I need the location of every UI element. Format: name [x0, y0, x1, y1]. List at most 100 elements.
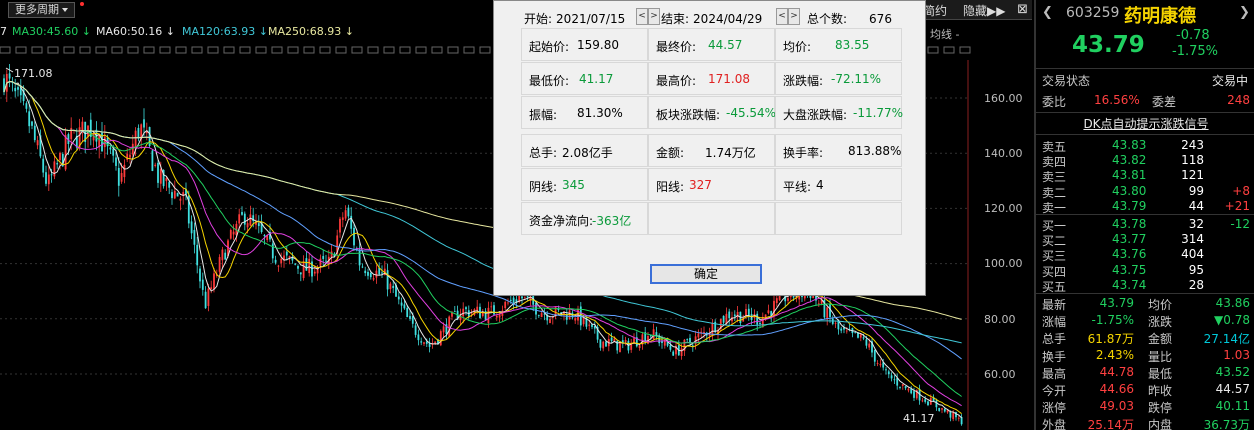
quote-stat-label: 跌停	[1148, 401, 1173, 416]
stat-cell: 最终价: 44.57	[648, 28, 775, 61]
level-volume: 404	[1181, 247, 1204, 262]
candle	[375, 264, 378, 284]
separator-mark	[127, 46, 139, 54]
chevron-left-icon[interactable]: ❮	[1042, 5, 1053, 20]
level-volume: 44	[1188, 198, 1204, 213]
chevron-down-icon	[62, 8, 68, 12]
separator-mark	[367, 46, 379, 54]
quote-stat-label: 均价	[1148, 298, 1173, 312]
dk-signal-link[interactable]: DK点自动提示涨跌信号	[1083, 117, 1208, 131]
quote-stat-row: 外盘 25.14万 内盘 36.73万	[1036, 416, 1254, 430]
notification-dot-icon	[80, 2, 84, 6]
close-icon[interactable]: ⊠	[1017, 2, 1028, 17]
start-spinner[interactable]: < >	[636, 8, 660, 25]
bid-row[interactable]: 买四 43.75 95	[1036, 263, 1254, 279]
candle	[938, 407, 941, 412]
level-price: 43.74	[1112, 277, 1147, 292]
ask-row[interactable]: 卖二 43.80 99 +8	[1036, 184, 1254, 200]
candle	[921, 398, 924, 403]
ma250-value: MA250:68.93 ↓	[268, 25, 354, 38]
bid-row[interactable]: 买二 43.77 314	[1036, 232, 1254, 248]
separator-mark	[431, 46, 443, 54]
end-label: 结束:	[661, 12, 690, 26]
end-value: 2024/04/29	[693, 12, 763, 26]
candle	[31, 120, 33, 130]
separator-mark	[207, 46, 219, 54]
quote-stat-row: 今开 44.66 昨收 44.57	[1036, 382, 1254, 398]
separator-mark	[111, 46, 123, 54]
stat-value: 1.74万亿	[705, 146, 756, 160]
candle	[89, 112, 92, 146]
quote-stat-label: 涨跌	[1148, 315, 1173, 330]
ask-row[interactable]: 卖一 43.79 44 +21	[1036, 199, 1254, 215]
stat-cell: 振幅: 81.30%	[521, 96, 648, 129]
stat-cell: 起始价: 159.80	[521, 28, 648, 61]
quote-stat-row: 涨停 49.03 跌停 40.11	[1036, 399, 1254, 415]
ask-row[interactable]: 卖三 43.81 121	[1036, 168, 1254, 184]
candle	[428, 337, 431, 353]
candle	[747, 304, 750, 321]
ask-row[interactable]: 卖五 43.83 243	[1036, 138, 1254, 154]
candle	[25, 101, 28, 113]
candle	[686, 338, 689, 343]
candle	[879, 359, 882, 368]
quote-stat-label: 内盘	[1148, 418, 1173, 430]
candle	[224, 249, 227, 260]
candle	[423, 341, 425, 347]
more-periods-dropdown[interactable]: 更多周期	[8, 2, 75, 18]
next-arrow-icon[interactable]: >	[788, 8, 800, 25]
y-tick-label: 60.00	[984, 368, 1016, 381]
prev-arrow-icon[interactable]: <	[636, 8, 648, 25]
candle	[241, 206, 243, 216]
tab-hide[interactable]: 隐藏▶▶	[963, 2, 1005, 19]
stat-value: 4	[816, 178, 824, 192]
candle	[453, 305, 456, 313]
candle	[602, 340, 605, 352]
candle	[176, 192, 179, 197]
separator-mark	[943, 46, 955, 54]
bid-row[interactable]: 买一 43.78 32 -12	[1036, 217, 1254, 233]
stat-label: 大盘涨跌幅:	[783, 108, 848, 122]
stat-label: 阴线:	[529, 180, 558, 194]
end-date-field: 结束: 2024/04/29	[661, 10, 762, 27]
prev-arrow-icon[interactable]: <	[776, 8, 788, 25]
candle	[341, 212, 344, 228]
ok-button[interactable]: 确定	[650, 264, 762, 284]
end-spinner[interactable]: < >	[776, 8, 800, 25]
quote-stat-label: 昨收	[1148, 384, 1173, 398]
candle	[288, 255, 291, 265]
candle	[915, 389, 918, 400]
separator-mark	[271, 46, 283, 54]
divider	[1036, 68, 1254, 69]
candle	[101, 122, 103, 152]
next-arrow-icon[interactable]: >	[648, 8, 660, 25]
quote-stat-value: 61.87万	[1087, 332, 1134, 347]
candle	[901, 384, 904, 390]
candle	[655, 326, 658, 340]
candle	[39, 129, 42, 159]
bid-row[interactable]: 买三 43.76 404	[1036, 247, 1254, 263]
level-price: 43.75	[1112, 262, 1147, 277]
weibi-value: 16.56%	[1094, 93, 1140, 107]
candle	[722, 315, 725, 325]
candle	[367, 268, 369, 280]
divider	[1036, 293, 1254, 294]
quote-stat-value: 44.78	[1099, 364, 1134, 379]
candle	[165, 176, 168, 191]
stat-label: 最低价:	[529, 74, 570, 88]
quote-stat-label: 总手	[1042, 332, 1067, 347]
quote-stat-value: 49.03	[1099, 399, 1134, 414]
bid-row[interactable]: 买五 43.74 28	[1036, 278, 1254, 294]
level-volume: 28	[1188, 277, 1204, 292]
ma30-value: MA30:45.60 ↓	[12, 25, 91, 38]
ask-row[interactable]: 卖四 43.82 118	[1036, 153, 1254, 169]
candle	[36, 135, 39, 150]
candle	[739, 311, 742, 327]
indicator-selector[interactable]: 均线 -	[930, 26, 959, 42]
candle	[400, 297, 403, 313]
candle	[297, 264, 299, 274]
tab-simple[interactable]: 简约	[923, 2, 947, 19]
chevron-right-icon[interactable]: ❯	[1239, 5, 1250, 20]
trade-status-row: 交易状态 交易中	[1036, 72, 1254, 88]
candle	[630, 338, 633, 353]
